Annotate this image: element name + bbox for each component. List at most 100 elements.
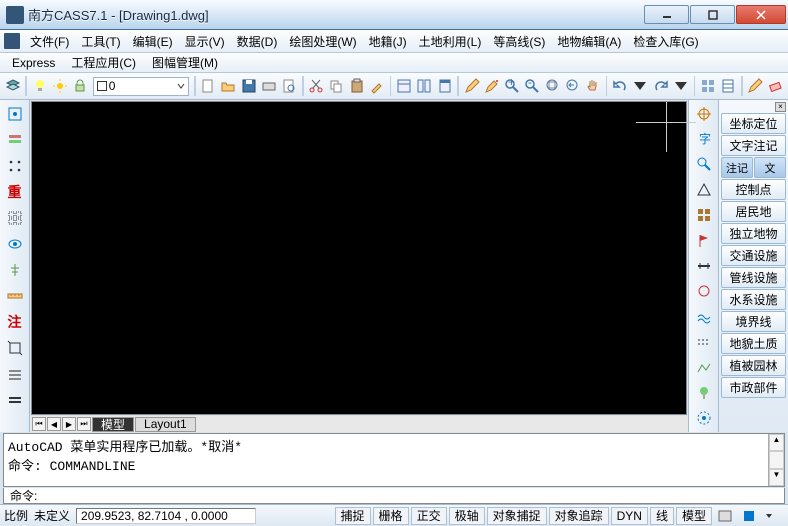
save-icon[interactable] <box>239 75 258 97</box>
rtool-municipal-icon[interactable] <box>693 409 715 428</box>
cut-icon[interactable] <box>307 75 326 97</box>
status-snap[interactable]: 捕捉 <box>335 507 371 525</box>
menu-contour[interactable]: 等高线(S) <box>487 31 551 52</box>
rtool-triangle-icon[interactable] <box>693 180 715 199</box>
redo-icon[interactable] <box>651 75 670 97</box>
plot-icon[interactable] <box>259 75 278 97</box>
panel-btn-independent[interactable]: 独立地物 <box>721 223 786 244</box>
menu-file[interactable]: 文件(F) <box>24 31 75 52</box>
panel-btn-water[interactable]: 水系设施 <box>721 289 786 310</box>
panel-btn-anno-a[interactable]: 注记 <box>721 157 753 178</box>
tool-osnap-icon[interactable] <box>4 104 26 124</box>
panel-btn-anno-b[interactable]: 文 <box>754 157 786 178</box>
tool-zhong-label[interactable]: 重 <box>4 182 26 202</box>
panel-btn-municipal[interactable]: 市政部件 <box>721 377 786 398</box>
status-ortho[interactable]: 正交 <box>411 507 447 525</box>
menu-feature-edit[interactable]: 地物编辑(A) <box>551 31 627 52</box>
tool-frame-icon[interactable] <box>4 338 26 358</box>
rtool-terrain-icon[interactable] <box>693 358 715 377</box>
panel-btn-pipeline[interactable]: 管线设施 <box>721 267 786 288</box>
panel-btn-residential[interactable]: 居民地 <box>721 201 786 222</box>
menu-view[interactable]: 显示(V) <box>179 31 231 52</box>
grid-icon[interactable] <box>698 75 717 97</box>
menu-sheet[interactable]: 图幅管理(M) <box>144 52 226 73</box>
zoom-window-icon[interactable] <box>543 75 562 97</box>
lightbulb-icon[interactable] <box>30 75 49 97</box>
tool-eye-icon[interactable] <box>4 234 26 254</box>
erase-icon[interactable] <box>766 75 785 97</box>
maximize-button[interactable] <box>690 5 735 24</box>
zoom-out-icon[interactable]: - <box>523 75 542 97</box>
paste-icon[interactable] <box>347 75 366 97</box>
menu-express[interactable]: Express <box>4 54 63 72</box>
panel-btn-terrain[interactable]: 地貌土质 <box>721 333 786 354</box>
rtool-road-icon[interactable] <box>693 256 715 275</box>
panel-btn-control[interactable]: 控制点 <box>721 179 786 200</box>
panel-btn-boundary[interactable]: 境界线 <box>721 311 786 332</box>
tool-stack-icon[interactable] <box>4 364 26 384</box>
status-dyn[interactable]: DYN <box>611 507 648 525</box>
pan-icon[interactable] <box>583 75 602 97</box>
rtool-water-icon[interactable] <box>693 307 715 326</box>
layer-dropdown[interactable]: 0 <box>93 77 189 96</box>
match-props-icon[interactable] <box>367 75 386 97</box>
pencil-icon[interactable] <box>746 75 765 97</box>
status-polar[interactable]: 极轴 <box>449 507 485 525</box>
tab-last-icon[interactable]: ⏭ <box>77 417 91 431</box>
tab-layout1[interactable]: Layout1 <box>135 417 196 432</box>
tool-tree-icon[interactable] <box>4 260 26 280</box>
tool-zhu-label[interactable]: 注 <box>4 312 26 332</box>
menu-landuse[interactable]: 土地利用(L) <box>413 31 488 52</box>
menu-data[interactable]: 数据(D) <box>231 31 284 52</box>
status-tray2-icon[interactable] <box>738 506 760 526</box>
status-grid[interactable]: 栅格 <box>373 507 409 525</box>
tab-prev-icon[interactable]: ◀ <box>47 417 61 431</box>
sun-icon[interactable] <box>50 75 69 97</box>
tab-model[interactable]: 模型 <box>92 417 134 432</box>
tab-next-icon[interactable]: ▶ <box>62 417 76 431</box>
panel-btn-coord[interactable]: 坐标定位 <box>721 113 786 134</box>
folder-open-icon[interactable] <box>219 75 238 97</box>
menu-check[interactable]: 检查入库(G) <box>627 31 704 52</box>
rtool-circle-icon[interactable] <box>693 282 715 301</box>
rtool-zoom-icon[interactable] <box>693 155 715 174</box>
zoom-realtime-icon[interactable]: + <box>502 75 521 97</box>
menu-tools[interactable]: 工具(T) <box>75 31 126 52</box>
menu-cadastre[interactable]: 地籍(J) <box>363 31 413 52</box>
edit-sparkle-icon[interactable] <box>482 75 501 97</box>
tool-ruler-icon[interactable] <box>4 286 26 306</box>
status-osnap[interactable]: 对象捕捉 <box>487 507 547 525</box>
tool-palettes-icon[interactable] <box>435 75 454 97</box>
design-center-icon[interactable] <box>415 75 434 97</box>
tool-double-icon[interactable] <box>4 390 26 410</box>
new-icon[interactable] <box>199 75 218 97</box>
status-tray1-icon[interactable] <box>714 506 736 526</box>
layer-stack-icon[interactable] <box>3 75 22 97</box>
tool-dots-icon[interactable] <box>4 156 26 176</box>
zoom-previous-icon[interactable] <box>563 75 582 97</box>
menu-edit[interactable]: 编辑(E) <box>127 31 179 52</box>
rtool-dashed-icon[interactable] <box>693 333 715 352</box>
status-model[interactable]: 模型 <box>676 507 712 525</box>
tool-dashgrid-icon[interactable] <box>4 208 26 228</box>
status-lwt[interactable]: 线 <box>650 507 674 525</box>
undo-icon[interactable] <box>610 75 629 97</box>
command-scrollbar[interactable]: ▲▼ <box>768 434 784 486</box>
rtool-text-icon[interactable]: 字 <box>693 129 715 148</box>
rtool-plant-icon[interactable] <box>693 383 715 402</box>
undo-dropdown-icon[interactable] <box>631 75 650 97</box>
redo-dropdown-icon[interactable] <box>671 75 690 97</box>
status-tray3-icon[interactable] <box>762 506 784 526</box>
preview-icon[interactable] <box>280 75 299 97</box>
rtool-locate-icon[interactable] <box>693 104 715 123</box>
rtool-flag-icon[interactable] <box>693 231 715 250</box>
panel-btn-vegetation[interactable]: 植被园林 <box>721 355 786 376</box>
edit-pen-icon[interactable] <box>462 75 481 97</box>
sheet-set-icon[interactable] <box>719 75 738 97</box>
command-input[interactable]: 命令: <box>3 488 785 504</box>
menu-engineering[interactable]: 工程应用(C) <box>63 52 144 73</box>
status-otrack[interactable]: 对象追踪 <box>549 507 609 525</box>
lock-icon[interactable] <box>71 75 90 97</box>
tab-first-icon[interactable]: ⏮ <box>32 417 46 431</box>
copy-icon[interactable] <box>327 75 346 97</box>
